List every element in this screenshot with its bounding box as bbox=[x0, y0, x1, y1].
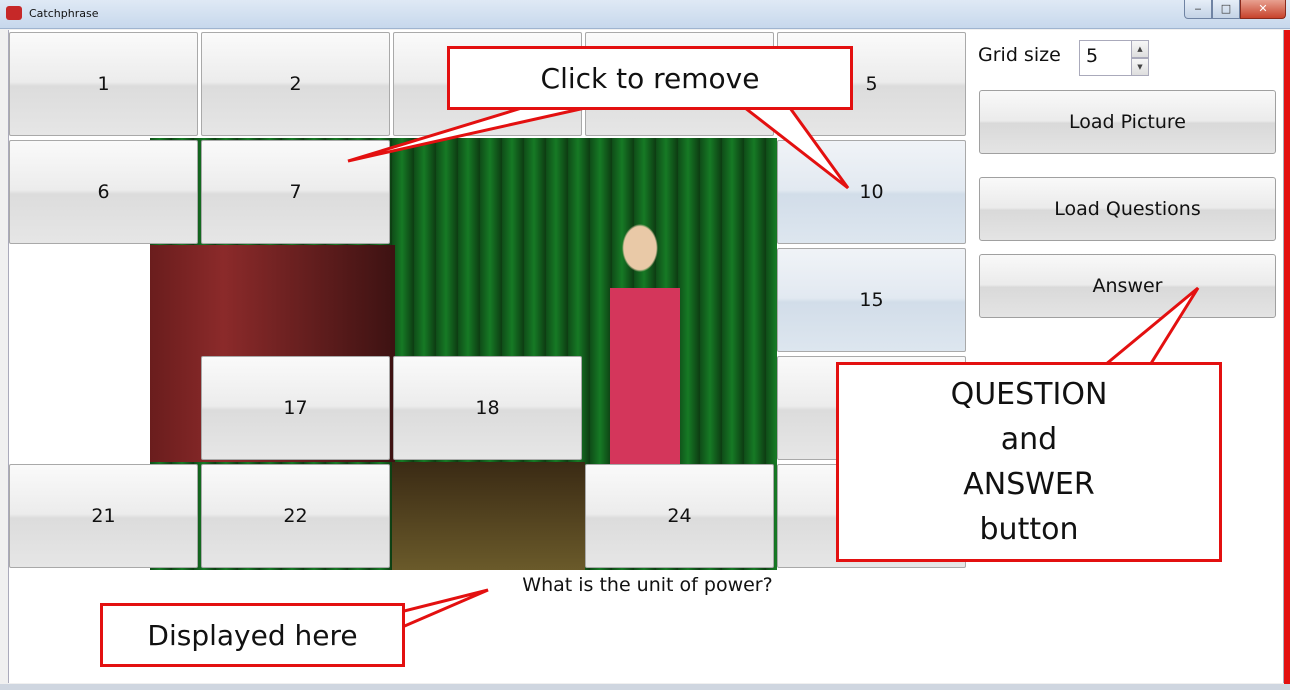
callout-qa-line-2: and bbox=[1000, 422, 1058, 457]
pointer-answer bbox=[1100, 286, 1200, 367]
pointer-remove-left bbox=[347, 102, 586, 163]
callout-qa-line-1: QUESTION bbox=[950, 377, 1108, 412]
callout-qa-line-4: button bbox=[979, 512, 1079, 547]
callout-click-to-remove: Click to remove bbox=[447, 46, 853, 110]
callout-question-answer: QUESTION and ANSWER button bbox=[836, 362, 1222, 562]
callout-displayed-here: Displayed here bbox=[100, 603, 405, 667]
pointer-remove-right bbox=[735, 102, 850, 190]
pointer-question bbox=[398, 588, 489, 631]
callout-qa-line-3: ANSWER bbox=[963, 467, 1095, 502]
